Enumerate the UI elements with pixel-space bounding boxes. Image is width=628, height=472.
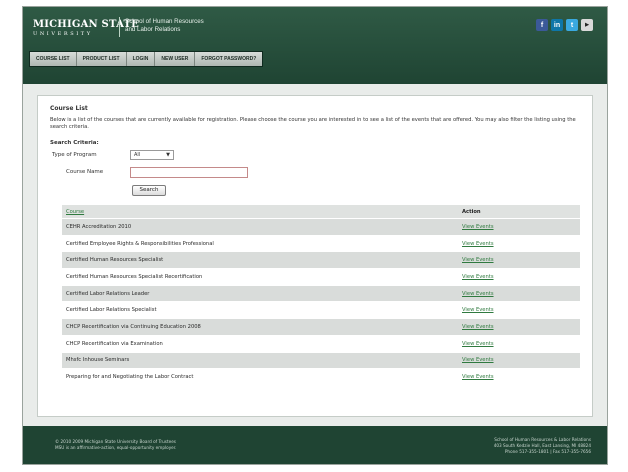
program-type-value: All (134, 152, 141, 158)
nav-product-list[interactable]: PRODUCT LIST (77, 52, 127, 66)
university-name: MICHIGAN STATE (33, 19, 139, 30)
footer-copyright: © 2010 2009 Michigan State University Bo… (55, 439, 176, 451)
intro-text: Below is a list of the courses that are … (50, 117, 576, 130)
column-header-action: Action (462, 208, 481, 215)
column-header-course[interactable]: Course (62, 209, 458, 215)
view-events-link[interactable]: View Events (462, 257, 494, 263)
table-row: Certified Labor Relations Specialist Vie… (62, 302, 580, 320)
main-content: Course List Below is a list of the cours… (37, 95, 593, 417)
youtube-icon[interactable]: ▶ (581, 19, 593, 31)
table-row: Certified Human Resources Specialist Rec… (62, 269, 580, 286)
course-name-cell: Certified Labor Relations Leader (66, 290, 150, 297)
course-name-cell: Preparing for and Negotiating the Labor … (66, 374, 194, 381)
view-events-link[interactable]: View Events (462, 341, 494, 347)
msu-logo[interactable]: MICHIGAN STATE UNIVERSITY (33, 19, 139, 37)
linkedin-icon[interactable]: in (551, 19, 563, 31)
site-footer: © 2010 2009 Michigan State University Bo… (23, 426, 607, 464)
page-frame: MICHIGAN STATE UNIVERSITY School of Huma… (22, 6, 608, 465)
school-name[interactable]: School of Human Resources and Labor Rela… (125, 18, 204, 34)
table-row: Certified Labor Relations Leader View Ev… (62, 285, 580, 303)
nav-forgot-password[interactable]: FORGOT PASSWORD? (195, 52, 262, 66)
course-name-cell: CHCP Recertification via Continuing Educ… (66, 323, 201, 330)
table-row: CHCP Recertification via Examination Vie… (62, 335, 580, 353)
search-criteria-heading: Search Criteria: (50, 140, 99, 146)
table-row: Preparing for and Negotiating the Labor … (62, 369, 580, 386)
course-name-cell: CEHR Accreditation 2010 (66, 223, 132, 230)
course-name-input[interactable] (130, 167, 248, 178)
view-events-link[interactable]: View Events (462, 374, 494, 380)
table-header: Course Action (62, 205, 580, 219)
view-events-link[interactable]: View Events (462, 324, 494, 330)
course-table: Course Action CEHR Accreditation 2010 Vi… (62, 205, 580, 386)
course-name-cell: Certified Human Resources Specialist (66, 257, 164, 264)
nav-login[interactable]: LOGIN (127, 52, 156, 66)
footer-contact-line3: Phone 517-355-1801 | Fax 517-355-7656 (504, 449, 591, 454)
table-row: Certified Employee Rights & Responsibili… (62, 235, 580, 253)
footer-contact: School of Human Resources & Labor Relati… (494, 437, 591, 455)
table-row: Certified Human Resources Specialist Vie… (62, 252, 580, 270)
course-name-cell: Certified Human Resources Specialist Rec… (66, 273, 203, 280)
course-name-cell: Certified Labor Relations Specialist (66, 307, 157, 314)
school-name-line2: and Labor Relations (125, 26, 181, 33)
school-name-line1: School of Human Resources (125, 18, 204, 25)
nav-new-user[interactable]: NEW USER (155, 52, 196, 66)
search-button[interactable]: Search (132, 185, 166, 196)
view-events-link[interactable]: View Events (462, 274, 494, 280)
logo-divider (119, 17, 120, 37)
nav-course-list[interactable]: COURSE LIST (30, 52, 77, 66)
view-events-link[interactable]: View Events (462, 291, 494, 297)
table-row: CHCP Recertification via Continuing Educ… (62, 319, 580, 336)
page-title: Course List (50, 105, 88, 112)
view-events-link[interactable]: View Events (462, 307, 494, 313)
course-name-cell: CHCP Recertification via Examination (66, 340, 163, 347)
university-subname: UNIVERSITY (33, 31, 93, 37)
view-events-link[interactable]: View Events (462, 224, 494, 230)
table-row: CEHR Accreditation 2010 View Events (62, 219, 580, 236)
program-type-label: Type of Program (52, 152, 97, 158)
course-name-label: Course Name (66, 169, 104, 175)
course-name-cell: Mhsfc Inhouse Seminars (66, 357, 130, 364)
twitter-icon[interactable]: t (566, 19, 578, 31)
social-links: f in t ▶ (536, 19, 593, 31)
course-name-cell: Certified Employee Rights & Responsibili… (66, 240, 214, 247)
main-nav: COURSE LIST PRODUCT LIST LOGIN NEW USER … (29, 51, 264, 67)
table-row: Mhsfc Inhouse Seminars View Events (62, 352, 580, 370)
chevron-down-icon: ▼ (166, 152, 170, 158)
view-events-link[interactable]: View Events (462, 241, 494, 247)
facebook-icon[interactable]: f (536, 19, 548, 31)
program-type-select[interactable]: All ▼ (130, 150, 174, 160)
footer-copyright-line2: MSU is an affirmative-action, equal-oppo… (55, 445, 177, 450)
view-events-link[interactable]: View Events (462, 357, 494, 363)
site-header: MICHIGAN STATE UNIVERSITY School of Huma… (23, 7, 607, 84)
